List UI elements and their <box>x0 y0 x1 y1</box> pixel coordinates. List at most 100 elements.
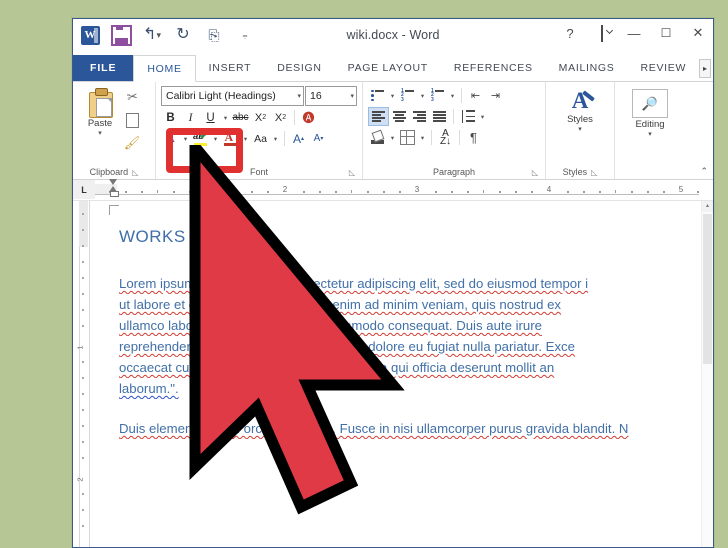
margin-corner-mark <box>109 205 119 215</box>
subscript-button[interactable]: X2 <box>251 108 270 127</box>
shading-button[interactable] <box>368 129 387 146</box>
ribbon-tabs[interactable]: FILE HOME INSERT DESIGN PAGE LAYOUT REFE… <box>73 55 713 82</box>
font-size-value: 16 <box>310 90 322 102</box>
ruler-track: 2 3 4 5 <box>95 185 699 195</box>
justify-button[interactable] <box>430 108 449 125</box>
multilevel-caret-icon[interactable]: ▾ <box>448 92 457 100</box>
document-page[interactable]: WORKS CITED Lorem ipsum dolor sit amet, … <box>95 201 713 547</box>
editing-caret-icon[interactable]: ▾ <box>648 130 652 138</box>
clear-formatting-icon[interactable]: 🅐 <box>299 108 318 127</box>
tab-insert[interactable]: INSERT <box>196 55 265 81</box>
text-highlight-color-button[interactable]: ab <box>191 129 210 148</box>
underline-caret-icon[interactable]: ▾ <box>221 114 230 122</box>
align-left-button[interactable] <box>368 107 389 126</box>
editing-button[interactable]: 🔎 Editing ▾ <box>624 85 676 138</box>
text-highlight-caret-icon[interactable]: ▾ <box>211 135 220 143</box>
paste-button[interactable]: Paste ▾ <box>78 85 122 137</box>
underline-button[interactable]: U <box>201 108 220 127</box>
vertical-scrollbar[interactable]: ▴ <box>701 201 713 547</box>
numbering-button[interactable]: 123 <box>398 87 417 104</box>
styles-group-label: Styles <box>562 167 588 177</box>
increase-indent-button[interactable]: ⇥ <box>486 87 505 104</box>
document-paragraph-line-2: ut labore et dolore magna aliqua. Ut eni… <box>119 297 562 312</box>
document-heading: WORKS CITED <box>119 227 245 246</box>
superscript-button[interactable]: X2 <box>271 108 290 127</box>
numbering-caret-icon[interactable]: ▾ <box>418 92 427 100</box>
clipboard-dialog-launcher-icon[interactable]: ◺ <box>132 168 138 177</box>
change-case-button[interactable]: Aa <box>251 129 270 148</box>
line-spacing-button[interactable] <box>458 108 477 125</box>
tab-file[interactable]: FILE <box>73 55 134 81</box>
paragraph-dialog-launcher-icon[interactable]: ◺ <box>532 168 538 177</box>
bold-button[interactable]: B <box>161 108 180 127</box>
font-dialog-launcher-icon[interactable]: ◺ <box>349 168 355 177</box>
change-case-caret-icon[interactable]: ▾ <box>271 135 280 143</box>
multilevel-list-button[interactable]: 123 <box>428 87 447 104</box>
ribbon-group-clipboard: Paste ▾ ✂ 🖌 Clipboard ◺ <box>73 82 155 179</box>
document-paragraph-line-5: occaecat cupidatat non proident, sunt in… <box>119 360 555 375</box>
window-controls[interactable]: ? — ☐ ✕ <box>561 24 707 42</box>
bullets-caret-icon[interactable]: ▾ <box>388 92 397 100</box>
horizontal-ruler[interactable]: L 2 3 4 5 <box>73 179 713 201</box>
ribbon-group-editing: 🔎 Editing ▾ <box>614 82 685 179</box>
word-window: W ↰ ▾ ↻ ⎘ ⩦ wiki.docx - Word ? — ☐ ✕ FILE… <box>72 18 714 548</box>
styles-dialog-launcher-icon[interactable]: ◺ <box>591 168 597 177</box>
minimize-button[interactable]: — <box>625 26 643 41</box>
document-paragraph-line-4: reprehenderit in voluptate velit esse ci… <box>119 339 575 354</box>
font-group-label: Font <box>249 167 268 177</box>
tab-mailings[interactable]: MAILINGS <box>546 55 628 81</box>
font-name-caret-icon[interactable]: ▾ <box>297 92 301 100</box>
editing-label: Editing <box>635 119 665 130</box>
scrollbar-thumb[interactable] <box>703 214 712 364</box>
font-color-caret-icon[interactable]: ▾ <box>241 135 250 143</box>
align-center-button[interactable] <box>390 108 409 125</box>
show-formatting-marks-button[interactable]: ¶ <box>464 129 483 146</box>
borders-caret-icon[interactable]: ▾ <box>418 134 427 142</box>
font-size-caret-icon[interactable]: ▾ <box>350 92 354 100</box>
scroll-up-button[interactable]: ▴ <box>702 201 713 212</box>
close-button[interactable]: ✕ <box>689 25 707 41</box>
paste-caret-icon[interactable]: ▾ <box>98 129 102 137</box>
tab-review[interactable]: REVIEW <box>627 55 699 81</box>
font-color-button[interactable]: A <box>221 129 240 148</box>
tab-home[interactable]: HOME <box>133 55 196 82</box>
text-effects-caret-icon[interactable]: ▾ <box>181 135 190 143</box>
align-right-button[interactable] <box>410 108 429 125</box>
indent-markers[interactable] <box>109 179 119 197</box>
vruler-number-2: 2 <box>75 477 85 482</box>
vertical-ruler: 1 2 <box>73 201 95 547</box>
grow-font-button[interactable]: A ▴ <box>289 129 308 148</box>
styles-button[interactable]: A Styles ▾ <box>554 85 606 134</box>
title-bar: W ↰ ▾ ↻ ⎘ ⩦ wiki.docx - Word ? — ☐ ✕ <box>73 19 713 55</box>
tab-design[interactable]: DESIGN <box>264 55 334 81</box>
format-painter-button[interactable]: 🖌 <box>122 134 142 152</box>
bullets-button[interactable] <box>368 87 387 104</box>
font-size-combo[interactable]: 16 ▾ <box>305 86 357 106</box>
shrink-font-button[interactable]: A ▾ <box>309 129 328 148</box>
collapse-ribbon-icon[interactable]: ⌃ <box>700 166 708 177</box>
tab-overflow-icon[interactable]: ▸ <box>699 58 711 78</box>
cut-button[interactable]: ✂ <box>122 88 142 106</box>
shading-caret-icon[interactable]: ▾ <box>388 134 397 142</box>
document-paragraph-line-3: ullamco laboris nisi ut aliquip ex ea co… <box>119 318 542 333</box>
tab-page-layout[interactable]: PAGE LAYOUT <box>335 55 441 81</box>
copy-button[interactable] <box>122 110 142 129</box>
clipboard-icon <box>87 87 114 118</box>
tab-references[interactable]: REFERENCES <box>441 55 546 81</box>
ribbon-display-options-icon[interactable] <box>593 24 611 42</box>
ribbon-group-font: Calibri Light (Headings) ▾ 16 ▾ B I U ▾ … <box>155 82 362 179</box>
maximize-button[interactable]: ☐ <box>657 26 675 40</box>
help-icon[interactable]: ? <box>561 26 579 41</box>
decrease-indent-button[interactable]: ⇤ <box>466 87 485 104</box>
sort-button[interactable]: A Z↓ <box>436 128 455 146</box>
font-name-combo[interactable]: Calibri Light (Headings) ▾ <box>161 86 304 106</box>
strikethrough-button[interactable]: abc <box>231 108 250 127</box>
line-spacing-caret-icon[interactable]: ▾ <box>478 113 487 121</box>
italic-button[interactable]: I <box>181 108 200 127</box>
tab-stop-selector[interactable]: L <box>73 180 95 199</box>
clipboard-group-label: Clipboard <box>89 167 129 177</box>
styles-caret-icon[interactable]: ▾ <box>578 125 582 133</box>
borders-button[interactable] <box>398 129 417 146</box>
text-effects-button[interactable]: A <box>161 129 180 148</box>
styles-label: Styles <box>567 114 593 125</box>
